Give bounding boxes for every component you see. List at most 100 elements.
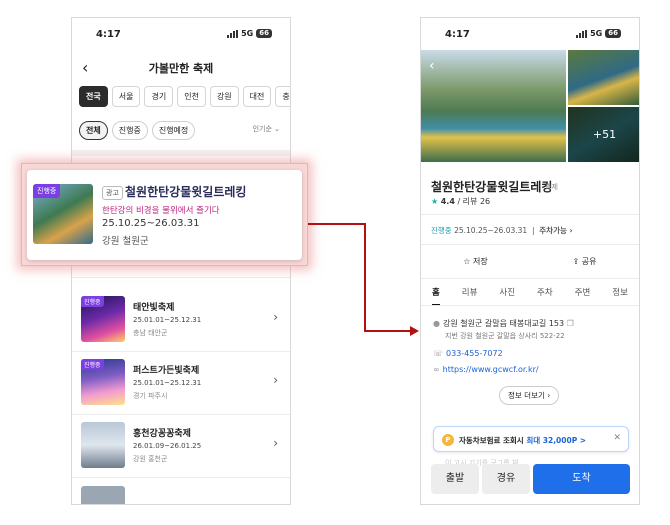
photo-gallery[interactable]: ‹ +51 <box>421 50 639 162</box>
chevron-right-icon: › <box>273 310 278 324</box>
festival-name: 홍천강꽁꽁축제 <box>133 429 191 439</box>
filter-ongoing[interactable]: 진행중 <box>111 121 148 140</box>
rating: ★ 4.4 / 리뷰 26 <box>431 196 490 207</box>
region-chip[interactable]: 전국 <box>79 86 108 107</box>
back-icon[interactable]: ‹ <box>429 58 435 74</box>
gallery-thumb-photo[interactable]: +51 <box>568 107 639 162</box>
place-detail-screen: 4:17 5G 66 ‹ +51 철원한탄강물윗길트레킹 축제 ★ 4.4 / … <box>420 17 640 505</box>
status-time: 4:17 <box>96 29 121 40</box>
gallery-thumb-photo[interactable] <box>568 50 639 105</box>
festival-thumbnail: 진행중 <box>33 184 93 244</box>
address-row[interactable]: ● 강원 철원군 갈말읍 태봉대교길 153 ❐ <box>433 318 577 329</box>
network-label: 5G <box>590 29 603 38</box>
detail-tabs: 홈 리뷰 사진 주차 주변 정보 <box>421 286 639 306</box>
tab-home[interactable]: 홈 <box>431 286 440 306</box>
featured-festival-card[interactable]: 진행중 광고 철원한탄강물윗길트레킹 한탄강의 비경을 물위에서 즐기다 25.… <box>27 170 302 260</box>
region-chip[interactable]: 강원 <box>209 86 239 107</box>
filter-all[interactable]: 전체 <box>79 121 108 140</box>
via-button[interactable]: 경유 <box>482 464 530 494</box>
tab-info[interactable]: 정보 <box>612 286 628 306</box>
link-icon: ∞ <box>433 365 440 374</box>
list-item[interactable]: 진행중 퍼스트가든빛축제 25.01.01~25.12.31 경기 파주시 › <box>72 353 290 415</box>
phone-row[interactable]: ☏ 033-455-7072 <box>433 349 503 358</box>
status-bar: 4:17 5G 66 <box>421 18 639 48</box>
festival-date: 26.01.09~26.01.25 <box>133 442 202 450</box>
status-time: 4:17 <box>445 29 470 40</box>
route-buttons: 출발 경유 도착 <box>431 464 631 494</box>
connector-arrow <box>308 223 365 225</box>
festival-date: 25.01.01~25.12.31 <box>133 379 202 387</box>
festival-name: 철원한탄강물윗길트레킹 <box>125 185 247 199</box>
region-chip[interactable]: 대전 <box>242 86 272 107</box>
battery-icon: 66 <box>256 29 272 38</box>
status-badge: 진행중 <box>81 359 104 370</box>
gallery-main-photo[interactable]: ‹ <box>421 50 566 162</box>
tab-photos[interactable]: 사진 <box>499 286 515 306</box>
place-name: 철원한탄강물윗길트레킹 <box>431 180 553 194</box>
festival-thumbnail: 진행중 <box>81 296 125 342</box>
tab-reviews[interactable]: 리뷰 <box>462 286 478 306</box>
parking-link[interactable]: 주차가능 › <box>539 226 572 235</box>
arrow-head-icon <box>410 326 419 336</box>
filter-upcoming[interactable]: 진행예정 <box>151 121 196 140</box>
rating-value: 4.4 <box>440 197 455 206</box>
festival-name: 퍼스트가든빛축제 <box>133 366 200 376</box>
chevron-right-icon: › <box>273 373 278 387</box>
phone-number[interactable]: 033-455-7072 <box>446 349 503 358</box>
point-coin-icon: P <box>442 434 454 446</box>
list-item[interactable]: 진행중 태안빛축제 25.01.01~25.12.31 충남 태안군 › <box>72 290 290 352</box>
place-category: 축제 <box>545 183 558 191</box>
sort-dropdown[interactable]: 인기순 ⌄ <box>253 124 280 134</box>
festival-location: 강원 철원군 <box>102 236 149 247</box>
banner-text: 자동차보험료 조회시 <box>459 436 524 445</box>
tab-nearby[interactable]: 주변 <box>575 286 591 306</box>
copy-icon[interactable]: ❐ <box>567 319 574 328</box>
signal-icon <box>227 29 239 38</box>
review-count[interactable]: / 리뷰 26 <box>457 197 490 206</box>
festival-location: 강원 홍천군 <box>133 455 168 463</box>
promo-banner[interactable]: P 자동차보험료 조회시 최대 32,000P > ✕ <box>433 426 629 452</box>
tab-parking[interactable]: 주차 <box>537 286 553 306</box>
list-item[interactable] <box>72 480 290 504</box>
phone-icon: ☏ <box>433 349 444 358</box>
festival-date: 25.10.25~26.03.31 <box>102 218 200 229</box>
festival-name: 태안빛축제 <box>133 303 175 313</box>
address-text: 강원 철원군 갈말읍 태봉대교길 153 <box>442 319 565 328</box>
status-badge: 진행중 <box>33 184 61 198</box>
region-chip[interactable]: 서울 <box>111 86 141 107</box>
region-chip[interactable]: 충남 <box>275 86 290 107</box>
share-button[interactable]: ⇪ 공유 <box>530 250 639 274</box>
festival-subtitle: 한탄강의 비경을 물위에서 즐기다 <box>102 206 220 216</box>
website-row[interactable]: ∞ https://www.gcwcf.or.kr/ <box>433 365 539 374</box>
divider <box>421 278 639 279</box>
connector-arrow <box>364 223 366 332</box>
more-info-button[interactable]: 정보 더보기 › <box>499 386 560 405</box>
festival-location: 경기 파주시 <box>133 392 168 400</box>
more-photos-count[interactable]: +51 <box>568 107 639 162</box>
status-bar: 4:17 5G 66 <box>72 18 290 48</box>
festival-thumbnail <box>81 422 125 468</box>
website-link[interactable]: https://www.gcwcf.or.kr/ <box>443 365 539 374</box>
save-button[interactable]: ☆ 저장 <box>421 250 530 274</box>
divider <box>421 214 639 215</box>
region-chip[interactable]: 경기 <box>144 86 174 107</box>
page-title: 가볼만한 축제 <box>148 62 214 75</box>
divider <box>421 305 639 306</box>
festival-period: 25.10.25~26.03.31 <box>454 226 528 235</box>
region-chip[interactable]: 인천 <box>177 86 206 107</box>
region-chips: 전국 서울 경기 인천 강원 대전 충남 <box>79 86 290 107</box>
location-pin-icon: ● <box>433 319 440 328</box>
festival-date: 25.01.01~25.12.31 <box>133 316 202 324</box>
arrive-button[interactable]: 도착 <box>533 464 630 494</box>
nav-bar: ‹ 가볼만한 축제 <box>72 56 290 80</box>
action-row: ☆ 저장 ⇪ 공유 <box>421 250 639 274</box>
start-button[interactable]: 출발 <box>431 464 479 494</box>
divider <box>72 150 290 156</box>
ad-label: 광고 <box>102 186 123 200</box>
place-status-row: 진행중 25.10.25~26.03.31 | 주차가능 › <box>431 226 573 235</box>
divider <box>421 244 639 245</box>
list-item[interactable]: 홍천강꽁꽁축제 26.01.09~26.01.25 강원 홍천군 › <box>72 416 290 478</box>
connector-arrow <box>364 330 412 332</box>
signal-icon <box>576 29 588 38</box>
close-icon[interactable]: ✕ <box>613 433 621 443</box>
